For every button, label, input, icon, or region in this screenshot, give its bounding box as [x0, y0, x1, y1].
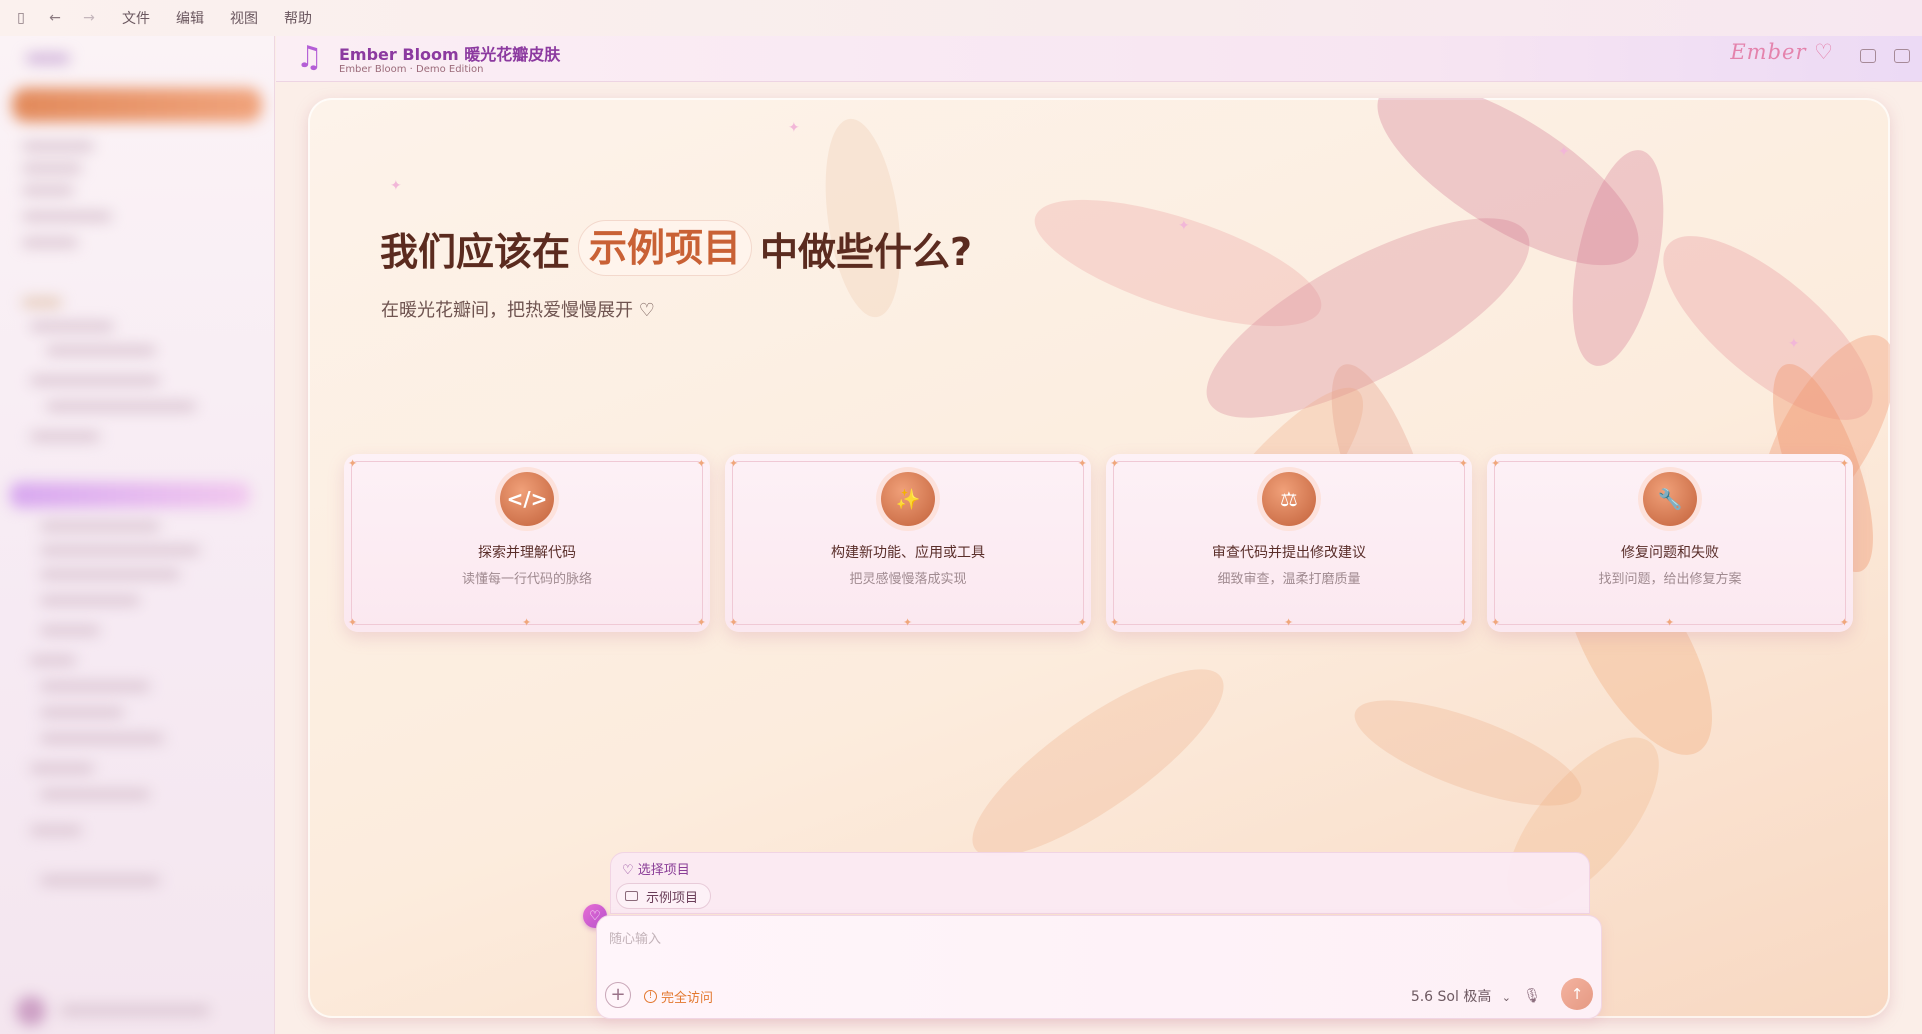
- sidebar-active-item[interactable]: [12, 88, 262, 122]
- corner-star-icon: ✦: [1110, 457, 1120, 470]
- sparkle-icon: ✦: [788, 120, 800, 136]
- access-mode-label: 完全访问: [661, 991, 714, 1006]
- project-chip-label: 示例项目: [646, 890, 699, 906]
- card-title: 修复问题和失败: [1621, 545, 1719, 561]
- corner-star-icon: ✦: [729, 457, 739, 470]
- project-chip[interactable]: 示例项目: [616, 883, 712, 909]
- composer: + ! 完全访问 5.6 Sol 极高 ⌄ 🎙 ↑: [596, 915, 1602, 1019]
- corner-star-icon: ✦: [1077, 457, 1087, 470]
- corner-star-icon: ✦: [696, 457, 706, 470]
- card-review-code[interactable]: ✦ ✦ ✦ ✦ ✦ ⚖ 审查代码并提出修改建议 细致审查，温柔打磨质量: [1106, 454, 1472, 632]
- corner-star-icon: ✦: [1839, 616, 1849, 629]
- access-mode-button[interactable]: ! 完全访问: [644, 987, 713, 1006]
- sparkle-icon: ✦: [1178, 218, 1190, 234]
- chevron-down-icon: ⌄: [1501, 991, 1511, 1004]
- back-arrow-icon[interactable]: ←: [42, 5, 68, 31]
- scale-icon: ⚖: [1262, 472, 1316, 526]
- corner-star-icon: ✦: [1839, 457, 1849, 470]
- corner-star-icon: ✦: [348, 616, 358, 629]
- magic-wand-icon: ✨: [881, 472, 935, 526]
- menu-file[interactable]: 文件: [122, 8, 150, 28]
- hero-title-prefix: 我们应该在: [380, 229, 571, 274]
- microphone-icon[interactable]: 🎙: [1523, 988, 1541, 1004]
- corner-star-icon: ✦: [1491, 616, 1501, 629]
- project-picker-panel: ♡ 选择项目 示例项目: [610, 852, 1590, 914]
- menu-edit[interactable]: 编辑: [176, 8, 204, 28]
- sparkle-icon: ✦: [390, 178, 402, 194]
- sidebar-toggle-icon[interactable]: ▯: [8, 5, 34, 31]
- card-title: 构建新功能、应用或工具: [831, 545, 985, 561]
- hero-title: 我们应该在 示例项目 中做些什么?: [380, 220, 972, 276]
- app-title: Ember Bloom 暖光花瓣皮肤: [339, 45, 561, 64]
- forward-arrow-icon[interactable]: →: [76, 5, 102, 31]
- sparkle-icon: ✦: [1558, 144, 1570, 160]
- app-header: ♫ Ember Bloom 暖光花瓣皮肤 Ember Bloom · Demo …: [276, 36, 1922, 82]
- card-fix-issues[interactable]: ✦ ✦ ✦ ✦ ✦ 🔧 修复问题和失败 找到问题，给出修复方案: [1487, 454, 1853, 632]
- warning-icon: !: [644, 990, 657, 1003]
- message-input[interactable]: [607, 928, 1587, 950]
- music-note-icon: ♫: [296, 40, 323, 75]
- add-attachment-button[interactable]: +: [605, 982, 631, 1008]
- sidebar-right-toggle-icon[interactable]: [1894, 49, 1910, 63]
- corner-star-icon: ✦: [1284, 616, 1294, 629]
- petal-decoration: [949, 640, 1247, 886]
- card-desc: 读懂每一行代码的脉络: [461, 572, 592, 587]
- card-title: 探索并理解代码: [478, 545, 576, 561]
- select-project-label[interactable]: ♡ 选择项目: [622, 859, 690, 878]
- sidebar: [0, 36, 275, 1034]
- corner-star-icon: ✦: [1458, 457, 1468, 470]
- menu-view[interactable]: 视图: [230, 8, 258, 28]
- corner-star-icon: ✦: [696, 616, 706, 629]
- corner-star-icon: ✦: [1491, 457, 1501, 470]
- card-desc: 找到问题，给出修复方案: [1598, 572, 1742, 587]
- folder-icon: [625, 891, 638, 901]
- card-desc: 细致审查，温柔打磨质量: [1217, 572, 1361, 587]
- corner-star-icon: ✦: [729, 616, 739, 629]
- corner-star-icon: ✦: [348, 457, 358, 470]
- corner-star-icon: ✦: [522, 616, 532, 629]
- avatar[interactable]: [16, 996, 46, 1026]
- hero-subtitle: 在暖光花瓣间，把热爱慢慢展开 ♡: [381, 300, 655, 321]
- model-label: 5.6 Sol 极高: [1410, 989, 1492, 1005]
- sidebar-selected-item[interactable]: [10, 482, 250, 508]
- code-icon: </>: [500, 472, 554, 526]
- card-desc: 把灵感慢慢落成实现: [849, 572, 967, 587]
- hero-project-pill[interactable]: 示例项目: [578, 220, 753, 276]
- menu-bar: ▯ ← → 文件 编辑 视图 帮助: [0, 0, 1922, 36]
- app-subtitle: Ember Bloom · Demo Edition: [339, 64, 484, 75]
- petal-decoration: [814, 114, 912, 322]
- sidebar-blurred-content: [0, 36, 274, 1034]
- corner-star-icon: ✦: [1665, 616, 1675, 629]
- corner-star-icon: ✦: [1110, 616, 1120, 629]
- corner-star-icon: ✦: [903, 616, 913, 629]
- hero-title-suffix: 中做些什么?: [760, 229, 973, 274]
- card-explore-code[interactable]: ✦ ✦ ✦ ✦ ✦ </> 探索并理解代码 读懂每一行代码的脉络: [344, 454, 710, 632]
- card-title: 审查代码并提出修改建议: [1212, 545, 1366, 561]
- wrench-icon: 🔧: [1643, 472, 1697, 526]
- card-build-feature[interactable]: ✦ ✦ ✦ ✦ ✦ ✨ 构建新功能、应用或工具 把灵感慢慢落成实现: [725, 454, 1091, 632]
- corner-star-icon: ✦: [1458, 616, 1468, 629]
- send-button[interactable]: ↑: [1561, 978, 1593, 1010]
- model-selector[interactable]: 5.6 Sol 极高 ⌄: [1411, 986, 1511, 1006]
- corner-star-icon: ✦: [1077, 616, 1087, 629]
- panel-toggle-icon[interactable]: [1860, 49, 1876, 63]
- menu-help[interactable]: 帮助: [284, 8, 312, 28]
- ember-logo: Ember ♡: [1730, 40, 1834, 64]
- sparkle-icon: ✦: [1788, 336, 1800, 352]
